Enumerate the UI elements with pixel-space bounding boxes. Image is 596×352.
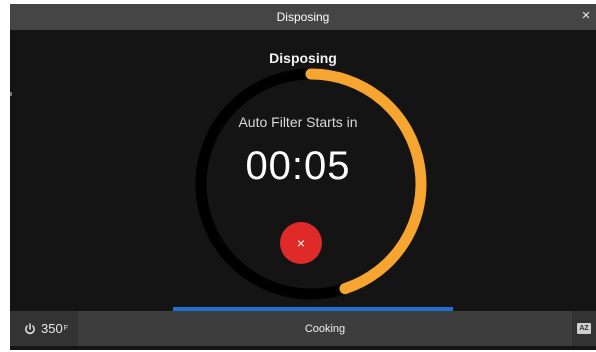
power-icon xyxy=(25,322,35,334)
az-icon: AZ xyxy=(577,323,591,334)
temperature-unit: F xyxy=(63,325,68,332)
countdown-timer: 00:05 xyxy=(245,144,351,188)
title-bar: Disposing × xyxy=(10,4,596,30)
auto-filter-label: Auto Filter Starts in xyxy=(238,114,358,130)
mode-label[interactable]: Cooking xyxy=(78,311,572,346)
temperature-value: 350 xyxy=(41,321,63,336)
cancel-button[interactable]: × xyxy=(280,222,322,264)
window-title: Disposing xyxy=(276,10,330,24)
power-button[interactable]: 350 F xyxy=(10,311,78,346)
page-title: Disposing xyxy=(269,50,337,66)
az-button[interactable]: AZ xyxy=(572,311,596,346)
edge-marker xyxy=(10,92,12,96)
bottom-bar: 350 F Cooking AZ xyxy=(10,311,596,346)
close-icon: × xyxy=(296,235,306,251)
close-icon[interactable]: × xyxy=(578,8,594,24)
